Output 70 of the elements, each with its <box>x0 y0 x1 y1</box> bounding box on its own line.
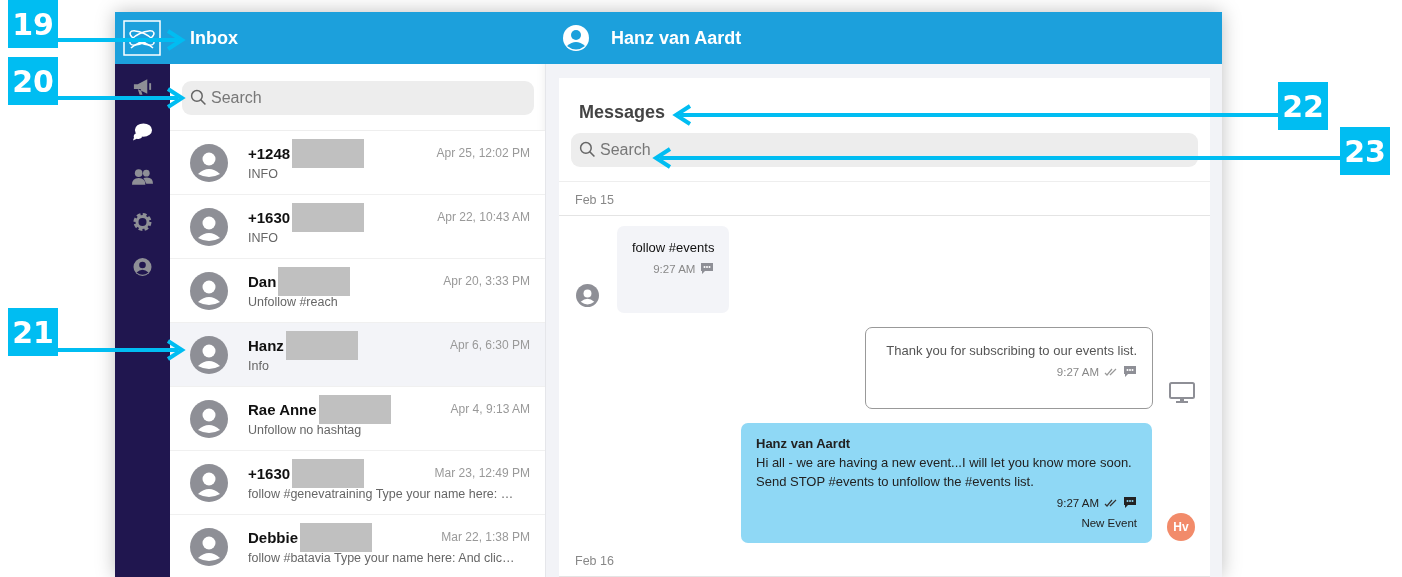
search-icon <box>579 141 596 158</box>
avatar-icon <box>190 399 228 438</box>
message-preview: follow #genevatraining Type your name here: … <box>248 487 515 501</box>
conversation-item[interactable]: +1248 Apr 25, 12:02 PM INFO <box>170 131 545 195</box>
avatar-icon <box>190 271 228 310</box>
conversation-date: Apr 22, 10:43 AM <box>437 210 530 224</box>
contact-name: Hanz van Aardt <box>611 27 742 49</box>
conversation-date: Apr 20, 3:33 PM <box>443 274 530 288</box>
message-text: Hi all - we are having a new event...I will let you know more soon. Send STOP #events to unfollow the #events list. <box>756 454 1132 491</box>
avatar-icon <box>190 207 228 246</box>
message-time: 9:27 AM <box>1056 496 1099 509</box>
account-icon[interactable] <box>132 256 153 277</box>
double-check-icon <box>1104 366 1118 377</box>
conversation-date: Mar 23, 12:49 PM <box>434 466 530 480</box>
message-preview: Unfollow no hashtag <box>248 423 363 437</box>
conversation-item[interactable]: Dan Apr 20, 3:33 PM Unfollow #reach <box>170 259 545 323</box>
message-text: Thank you for subscribing to our events list. <box>886 342 1137 360</box>
conversation-date: Apr 25, 12:02 PM <box>436 146 530 160</box>
message-time: 9:27 AM <box>1056 365 1099 378</box>
avatar-icon <box>190 463 228 502</box>
conversation-item[interactable]: +1630 Mar 23, 12:49 PM follow #genevatraining Type your name here: … <box>170 451 545 515</box>
double-check-icon <box>1104 497 1118 508</box>
callout-number: 23 <box>1340 127 1390 175</box>
contact-name: Rae Anne <box>248 400 317 418</box>
conversation-date: Mar 22, 1:38 PM <box>441 530 530 544</box>
user-icon <box>562 24 590 52</box>
avatar-icon <box>190 527 228 566</box>
message-icon <box>1123 365 1137 378</box>
contact-name: Dan <box>248 272 277 290</box>
conversation-date: Apr 6, 6:30 PM <box>449 338 530 352</box>
message-icon <box>1123 496 1137 509</box>
message-preview: Unfollow #reach <box>248 295 339 309</box>
monitor-icon <box>1169 382 1195 404</box>
date-separator: Feb 15 <box>575 193 614 207</box>
message-tag: New Event <box>1081 517 1137 529</box>
contact-name: +1630 <box>248 464 291 482</box>
conversation-date: Apr 4, 9:13 AM <box>450 402 530 416</box>
page-title: Inbox <box>190 27 238 49</box>
conversation-item[interactable]: +1630 Apr 22, 10:43 AM INFO <box>170 195 545 259</box>
chat-icon[interactable] <box>132 121 153 142</box>
message-preview: follow #batavia Type your name here: And clic… <box>248 551 516 565</box>
message-text: follow #events <box>632 239 715 257</box>
callout-number: 22 <box>1278 82 1328 130</box>
search-icon <box>190 89 207 106</box>
callout-number: 21 <box>8 308 58 356</box>
settings-icon[interactable] <box>132 211 153 232</box>
contact-name: Hanz <box>248 336 284 354</box>
initials-avatar: Hv <box>1167 513 1195 541</box>
callout-number: 20 <box>8 57 58 105</box>
contact-name: Debbie <box>248 528 298 546</box>
conversation-item[interactable]: Hanz Apr 6, 6:30 PM Info <box>170 323 545 387</box>
callout-number: 19 <box>8 0 58 48</box>
contact-name: +1248 <box>248 144 291 162</box>
search-field[interactable]: Search <box>182 81 534 115</box>
date-separator: Feb 16 <box>575 554 614 568</box>
logo-icon[interactable] <box>123 20 161 56</box>
people-icon[interactable] <box>132 166 153 187</box>
message-author: Hanz van Aardt <box>756 436 851 451</box>
conversation-item[interactable]: Debbie Mar 22, 1:38 PM follow #batavia Type your name here: And clic… <box>170 515 545 577</box>
message-preview: INFO <box>248 231 279 245</box>
message-icon <box>700 262 715 275</box>
avatar-icon <box>190 143 228 182</box>
avatar-icon <box>190 335 228 374</box>
conversation-item[interactable]: Rae Anne Apr 4, 9:13 AM Unfollow no hashtag <box>170 387 545 451</box>
avatar-icon <box>576 284 599 307</box>
contact-name: +1630 <box>248 208 291 226</box>
messages-title: Messages <box>579 102 666 122</box>
message-preview: Info <box>248 359 270 373</box>
message-preview: INFO <box>248 167 279 181</box>
message-time: 9:27 AM <box>653 262 696 275</box>
